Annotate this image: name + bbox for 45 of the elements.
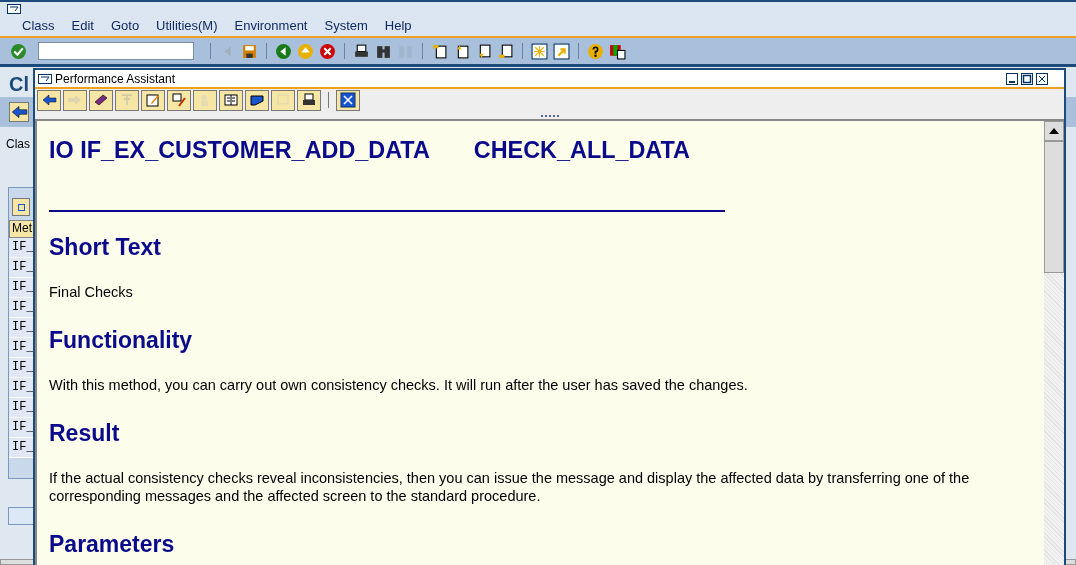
window-menu-icon[interactable] — [7, 4, 21, 14]
tree-icon — [119, 92, 135, 108]
menu-item[interactable]: System — [324, 18, 368, 33]
toolbar-button[interactable] — [297, 89, 321, 111]
scrollbar[interactable] — [1044, 121, 1064, 565]
cancel-icon[interactable] — [319, 42, 336, 60]
toolbar-button[interactable] — [336, 89, 360, 111]
help-icon[interactable] — [587, 42, 604, 60]
menu-item[interactable]: Class — [22, 18, 55, 33]
toolbar-button[interactable] — [167, 89, 191, 111]
toolbar-button[interactable] — [245, 89, 269, 111]
document-title: IO IF_EX_CUSTOMER_ADD_DATA — [49, 137, 430, 164]
enter-check-icon[interactable] — [10, 42, 27, 60]
page-title: Cl — [9, 73, 29, 97]
toolbar-button[interactable] — [89, 89, 113, 111]
window-menu-icon[interactable] — [38, 73, 52, 84]
maximize-icon[interactable] — [1021, 72, 1033, 85]
page-icon[interactable] — [431, 42, 448, 60]
back-arrow-icon — [41, 92, 57, 108]
minimize-icon[interactable] — [1006, 72, 1018, 85]
menu-item[interactable]: Utilities(M) — [156, 18, 218, 33]
back-icon[interactable] — [275, 42, 292, 60]
comment-icon — [171, 92, 187, 108]
colored-screen-icon[interactable] — [609, 42, 626, 60]
window-title: Performance Assistant — [55, 71, 176, 86]
toolbar-button[interactable] — [37, 89, 61, 111]
forward-arrow-icon — [67, 92, 83, 108]
menu-item[interactable]: Goto — [110, 18, 140, 33]
pencil-icon — [145, 92, 161, 108]
command-field[interactable] — [38, 42, 194, 60]
menu-item[interactable]: Environment — [234, 18, 308, 33]
small-button[interactable] — [12, 198, 30, 216]
menu-item[interactable]: Help — [384, 18, 412, 33]
close-icon — [340, 92, 356, 108]
print-icon — [301, 92, 317, 108]
print-icon[interactable] — [353, 42, 370, 60]
method-name: CHECK_ALL_DATA — [473, 137, 690, 164]
save-icon[interactable] — [241, 42, 258, 60]
open-book-icon — [223, 92, 239, 108]
page-icon[interactable] — [497, 42, 514, 60]
close-icon[interactable] — [1036, 72, 1048, 85]
menu-item[interactable]: Edit — [71, 18, 94, 33]
field-label: Clas — [6, 137, 30, 149]
paragraph: If the actual consistency checks reveal inconsistencies, then you can issue the message and display the affected data by transferring one of the corresponding messages and the affected screen to the standard procedure. — [49, 469, 971, 505]
section-heading: Parameters — [49, 531, 176, 558]
